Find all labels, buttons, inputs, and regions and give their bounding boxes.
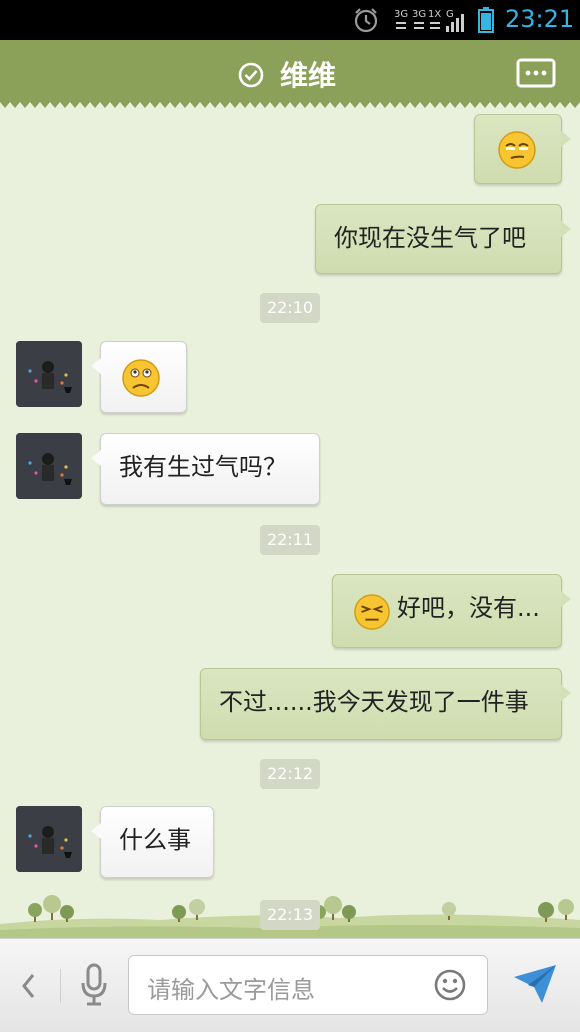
contact-name: 维维 [280, 59, 337, 92]
message-bubble-outgoing[interactable]: 你现在没生气了吧 [315, 204, 571, 274]
signal-icon: 3G 3G 1X G [394, 9, 464, 32]
alarm-clock-icon [354, 8, 378, 33]
message-bubble-incoming[interactable] [91, 341, 187, 413]
message-text: 什么事 [119, 826, 191, 854]
smirk-face-emoji [498, 131, 536, 169]
message-text: 好吧，没有... [397, 594, 540, 622]
divider [60, 969, 61, 1003]
avatar-image [16, 433, 82, 499]
input-bar: 请输入文字信息 [0, 938, 580, 1032]
message-bubble-outgoing[interactable] [474, 114, 571, 184]
avatar-image [16, 806, 82, 872]
message-bubble-outgoing[interactable]: 好吧，没有... [332, 574, 571, 648]
battery-icon [478, 7, 494, 33]
microphone-icon[interactable] [78, 963, 110, 1007]
network-label-3g: 3G [394, 9, 408, 20]
message-input-placeholder: 请输入文字信息 [147, 976, 315, 1004]
avatar[interactable] [16, 433, 82, 499]
chat-header: 维维 [0, 40, 580, 102]
avatar-image [16, 341, 82, 407]
smiley-icon[interactable] [433, 968, 467, 1002]
message-bubble-incoming[interactable]: 什么事 [91, 806, 214, 878]
avatar[interactable] [16, 806, 82, 872]
message-text: 你现在没生气了吧 [334, 224, 526, 252]
chevron-left-icon[interactable] [18, 971, 38, 1001]
chat-more-icon[interactable] [516, 58, 556, 90]
send-icon[interactable] [512, 963, 558, 1005]
header-zigzag-edge [0, 100, 580, 108]
network-label-1x: 1X [428, 9, 441, 20]
network-label-3g-2: 3G [412, 9, 426, 20]
message-text: 不过......我今天发现了一件事 [219, 688, 529, 716]
timestamp: 22:12 [260, 759, 320, 789]
avatar[interactable] [16, 341, 82, 407]
message-list[interactable]: 你现在没生气了吧 22:10 我有生过气吗？ 22:11 好吧，没有... 不过… [0, 110, 580, 938]
message-bubble-outgoing[interactable]: 不过......我今天发现了一件事 [200, 668, 571, 740]
network-label-g: G [446, 9, 454, 20]
status-bar: 3G 3G 1X G 23:21 [0, 0, 580, 40]
check-circle-icon [238, 62, 264, 88]
clock-time: 23:21 [505, 5, 575, 33]
message-input[interactable]: 请输入文字信息 [128, 955, 488, 1015]
squint-face-emoji [354, 594, 390, 630]
timestamp: 22:11 [260, 525, 320, 555]
timestamp: 22:10 [260, 293, 320, 323]
timestamp: 22:13 [260, 900, 320, 930]
worried-face-emoji [122, 359, 160, 397]
header-title-group: 维维 [0, 40, 580, 102]
message-text: 我有生过气吗？ [119, 453, 287, 481]
message-bubble-incoming[interactable]: 我有生过气吗？ [91, 433, 320, 505]
network-indicators: 3G 3G 1X G [394, 6, 464, 34]
